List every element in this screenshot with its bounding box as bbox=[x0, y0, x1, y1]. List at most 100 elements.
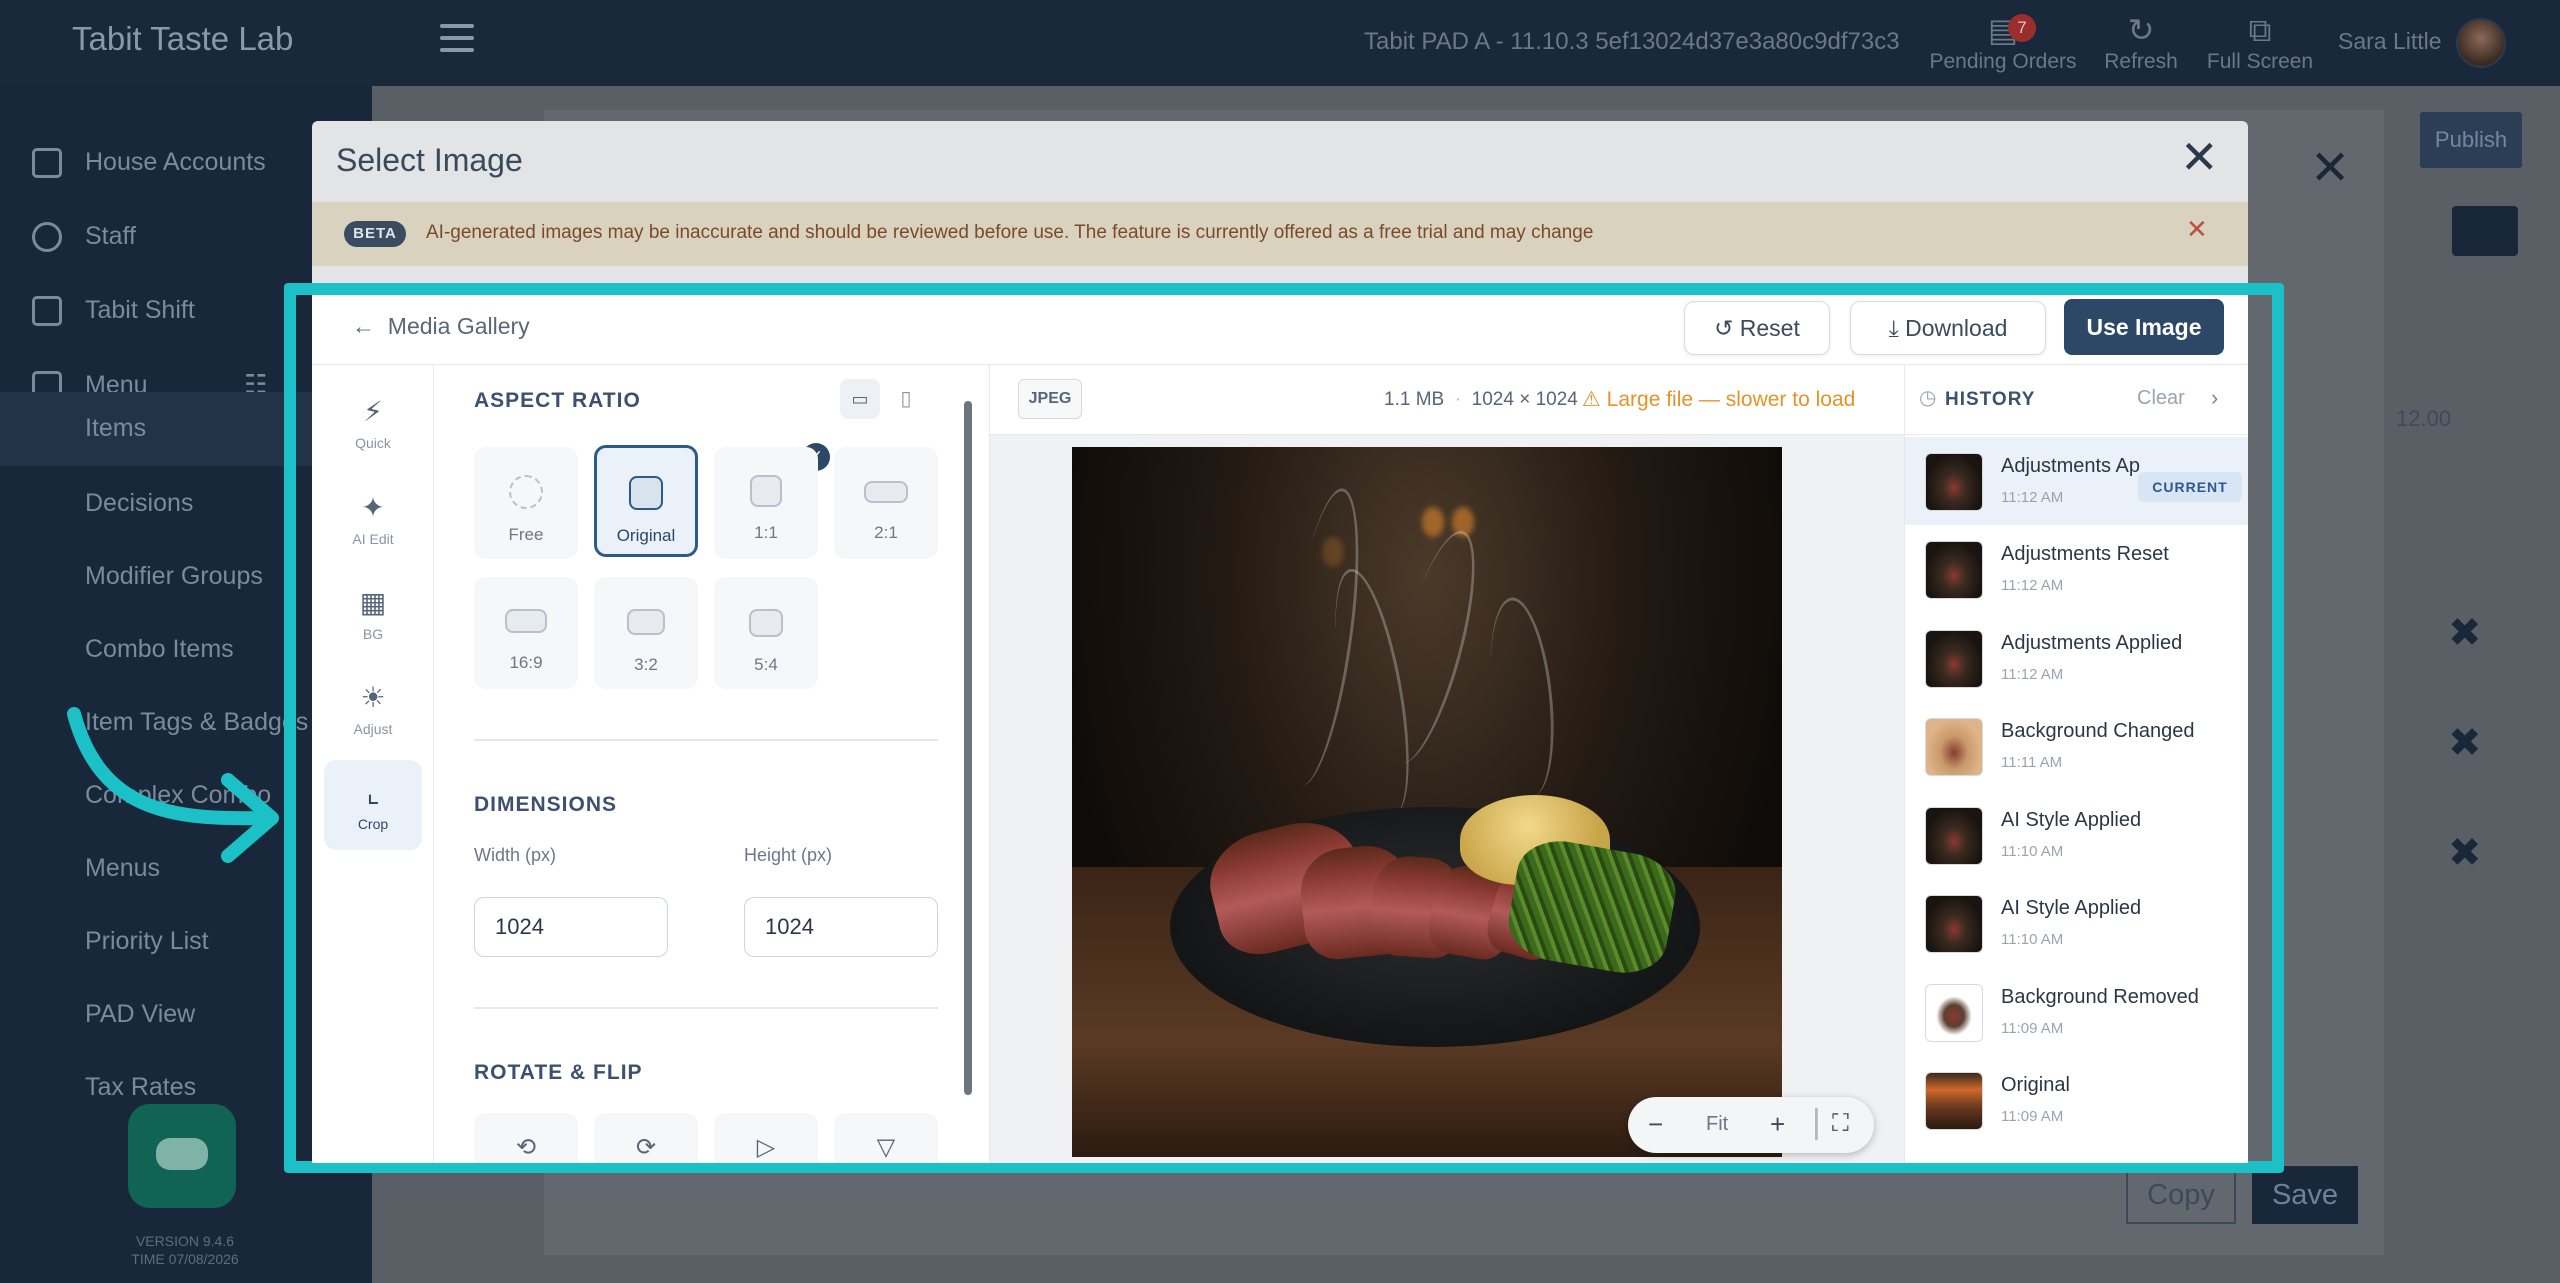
flip-horizontal-icon[interactable]: ▷ bbox=[714, 1113, 818, 1163]
tool-quick[interactable]: ⚡ Quick bbox=[324, 379, 422, 469]
beta-notice-text: AI-generated images may be inaccurate an… bbox=[426, 222, 1594, 243]
history-entry[interactable]: Adjustments Reset 11:12 AM bbox=[1905, 525, 2248, 613]
download-button[interactable]: ⤓ Download bbox=[1850, 301, 2046, 355]
history-icon: ◷ bbox=[1919, 387, 1937, 409]
aspect-2-1[interactable]: 2:1 bbox=[834, 447, 938, 559]
reset-button[interactable]: ↺ Reset bbox=[1684, 301, 1830, 355]
rotate-right-icon[interactable]: ⟳ bbox=[594, 1113, 698, 1163]
history-entry-name: Adjustments Reset bbox=[2001, 543, 2169, 565]
rotate-left-icon[interactable]: ⟲ bbox=[474, 1113, 578, 1163]
history-entry[interactable]: AI Style Applied 11:10 AM bbox=[1905, 879, 2248, 967]
history-entry[interactable]: Background Removed 11:09 AM bbox=[1905, 968, 2248, 1056]
portrait-orientation-icon[interactable]: ▯ bbox=[886, 379, 926, 419]
tool-label: Crop bbox=[357, 816, 389, 832]
file-size: 1.1 MB bbox=[1384, 389, 1445, 410]
sidebar-item-label: Combo Items bbox=[85, 635, 234, 663]
delete-icon[interactable]: ✖ bbox=[2448, 720, 2482, 766]
width-input[interactable] bbox=[474, 897, 668, 957]
history-entry-time: 11:09 AM bbox=[2001, 1108, 2064, 1125]
sidebar-item-label: Decisions bbox=[85, 489, 194, 517]
tool-adjust[interactable]: ☀ Adjust bbox=[324, 665, 422, 755]
history-entry[interactable]: Adjustments Applied 11:12 AM bbox=[1905, 614, 2248, 702]
aspect-5-4[interactable]: 5:4 bbox=[714, 577, 818, 689]
resolution: 1024 × 1024 bbox=[1471, 389, 1578, 410]
dimensions-heading: DIMENSIONS bbox=[474, 793, 618, 816]
background-close-icon[interactable]: ✕ bbox=[2310, 140, 2350, 196]
original-shape-icon bbox=[629, 476, 663, 510]
aspect-free[interactable]: Free bbox=[474, 447, 578, 559]
external-link-icon: ⧉ bbox=[2248, 12, 2272, 48]
aspect-3-2[interactable]: 3:2 bbox=[594, 577, 698, 689]
history-entry[interactable]: Background Changed 11:11 AM bbox=[1905, 702, 2248, 790]
dismiss-notice-icon[interactable]: ✕ bbox=[2186, 214, 2208, 245]
tool-ai-edit[interactable]: ✦ AI Edit bbox=[324, 475, 422, 565]
hamburger-menu-icon[interactable] bbox=[440, 24, 474, 54]
sidebar-item-label: Tabit Shift bbox=[85, 296, 195, 324]
preview-info-bar: JPEG 1.1 MB · 1024 × 1024 ⚠ Large file —… bbox=[990, 365, 1904, 435]
avatar[interactable] bbox=[2456, 18, 2506, 68]
history-entry[interactable]: Original 11:09 AM bbox=[1905, 1056, 2248, 1144]
crop-icon: ⌞ bbox=[366, 777, 380, 808]
edit-icon[interactable] bbox=[2452, 206, 2518, 256]
use-image-button[interactable]: Use Image bbox=[2064, 299, 2224, 355]
fullscreen-icon[interactable]: ⛶ bbox=[1832, 1110, 1849, 1138]
format-badge: JPEG bbox=[1018, 379, 1082, 419]
clear-history-button[interactable]: Clear bbox=[2137, 387, 2185, 410]
history-entry[interactable]: AI Style Applied 11:10 AM bbox=[1905, 791, 2248, 879]
history-thumbnail bbox=[1925, 453, 1983, 511]
close-icon[interactable]: ✕ bbox=[2180, 134, 2219, 180]
aspect-16-9[interactable]: 16:9 bbox=[474, 577, 578, 689]
brand-name: Tabit Taste Lab bbox=[72, 20, 294, 57]
sidebar-item-label: Priority List bbox=[85, 927, 209, 955]
image-icon: ▦ bbox=[359, 587, 387, 618]
aspect-label: 1:1 bbox=[754, 523, 778, 542]
top-bar: Tabit Taste Lab Tabit PAD A - 11.10.3 5e… bbox=[0, 0, 2560, 86]
download-label: Download bbox=[1905, 315, 2008, 341]
delete-icon[interactable]: ✖ bbox=[2448, 610, 2482, 656]
history-entry-name: AI Style Applied bbox=[2001, 897, 2142, 919]
divider bbox=[474, 1007, 938, 1009]
height-input[interactable] bbox=[744, 897, 938, 957]
delete-icon[interactable]: ✖ bbox=[2448, 830, 2482, 876]
version-label: VERSION 9.4.6 bbox=[135, 1233, 235, 1249]
pending-orders-badge: 7 bbox=[2008, 14, 2036, 42]
history-entry-time: 11:09 AM bbox=[2001, 1020, 2064, 1037]
aspect-original[interactable]: Original bbox=[594, 445, 698, 557]
flip-vertical-icon[interactable]: ▽ bbox=[834, 1113, 938, 1163]
divider: | bbox=[1812, 1103, 1821, 1141]
warning-text: Large file — slower to load bbox=[1606, 388, 1856, 411]
square-shape-icon bbox=[750, 475, 782, 507]
height-label: Height (px) bbox=[744, 845, 833, 865]
fullscreen-button[interactable]: ⧉ Full Screen bbox=[2175, 10, 2345, 74]
history-thumbnail bbox=[1925, 1072, 1983, 1130]
publish-button[interactable]: Publish bbox=[2420, 112, 2522, 168]
history-thumbnail bbox=[1925, 895, 1983, 953]
user-name: Sara Little bbox=[2338, 28, 2442, 54]
panel-scrollbar[interactable] bbox=[964, 401, 972, 1095]
tool-label: Quick bbox=[355, 435, 391, 451]
reset-label: Reset bbox=[1739, 315, 1800, 341]
chat-button[interactable] bbox=[128, 1104, 236, 1208]
aspect-label: 2:1 bbox=[874, 523, 898, 542]
history-entry-name: Background Changed bbox=[2001, 720, 2195, 742]
history-entry-time: 11:11 AM bbox=[2001, 754, 2063, 771]
tool-label: AI Edit bbox=[352, 531, 394, 547]
tool-crop[interactable]: ⌞ Crop bbox=[324, 760, 422, 850]
rotate-flip-heading: ROTATE & FLIP bbox=[474, 1061, 643, 1084]
history-entry-name: Adjustments Applied bbox=[2001, 632, 2183, 654]
fullscreen-label: Full Screen bbox=[2206, 50, 2314, 73]
back-to-gallery-link[interactable]: ← Media Gallery bbox=[352, 313, 530, 340]
zoom-in-icon[interactable]: + bbox=[1770, 1109, 1785, 1140]
chevron-right-icon[interactable]: › bbox=[2211, 385, 2218, 411]
free-shape-icon bbox=[509, 475, 543, 509]
zoom-out-icon[interactable]: − bbox=[1648, 1109, 1663, 1140]
three-two-shape-icon bbox=[627, 609, 665, 635]
copy-button[interactable]: Copy bbox=[2126, 1166, 2236, 1224]
zoom-fit-label[interactable]: Fit bbox=[1706, 1113, 1728, 1136]
landscape-orientation-icon[interactable]: ▭ bbox=[840, 379, 880, 419]
aspect-1-1[interactable]: 1:1 bbox=[714, 447, 818, 559]
save-button[interactable]: Save bbox=[2252, 1166, 2358, 1224]
history-entry-name: Original bbox=[2001, 1074, 2070, 1096]
sidebar-item-label: Items bbox=[85, 414, 147, 442]
tool-bg[interactable]: ▦ BG bbox=[324, 570, 422, 660]
